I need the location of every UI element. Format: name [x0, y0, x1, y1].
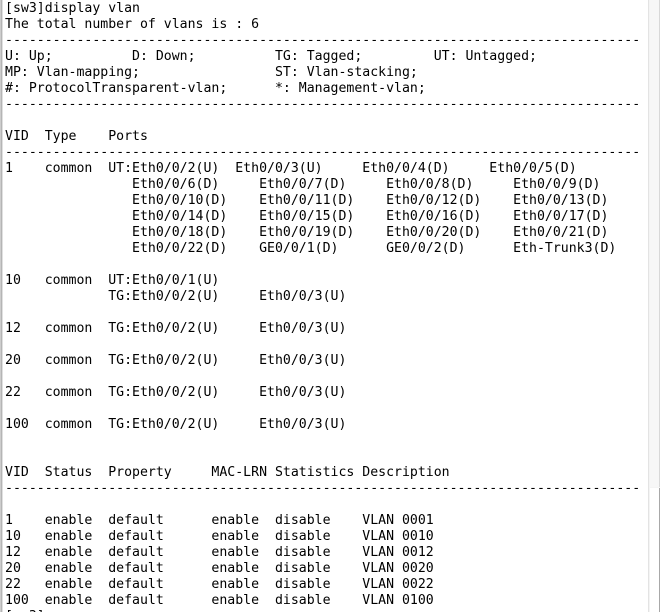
console-line-34: 12 enable default enable disable VLAN 00…: [5, 545, 434, 560]
terminal-window: [sw3]display vlan The total number of vla…: [0, 0, 660, 612]
console-line-26: 100 common TG:Eth0/0/2(U) Eth0/0/3(U): [5, 417, 347, 432]
console-line-5: #: ProtocolTransparent-vlan; *: Manageme…: [5, 81, 426, 96]
console-output[interactable]: [sw3]display vlan The total number of vla…: [5, 0, 650, 612]
console-line-22: 20 common TG:Eth0/0/2(U) Eth0/0/3(U): [5, 353, 347, 368]
console-line-30: ----------------------------------------…: [5, 481, 641, 496]
console-line-1: The total number of vlans is : 6: [5, 17, 260, 32]
scrollbar-track-upper[interactable]: [650, 0, 660, 487]
console-line-27: [5, 433, 650, 449]
console-line-11: Eth0/0/6(D) Eth0/0/7(D) Eth0/0/8(D) Eth0…: [5, 177, 601, 192]
vertical-scrollbar[interactable]: [648, 0, 660, 612]
console-line-35: 20 enable default enable disable VLAN 00…: [5, 561, 434, 576]
console-line-2: ----------------------------------------…: [5, 33, 641, 48]
console-line-19: [5, 305, 650, 321]
scrollbar-thumb[interactable]: [650, 488, 660, 612]
console-line-0: [sw3]display vlan: [5, 1, 140, 16]
console-line-15: Eth0/0/22(D) GE0/0/1(D) GE0/0/2(D) Eth-T…: [5, 241, 617, 256]
console-line-16: [5, 257, 650, 273]
console-line-28: [5, 449, 650, 465]
console-line-23: [5, 369, 650, 385]
console-line-8: VID Type Ports: [5, 129, 148, 144]
window-frame-left-edge: [0, 0, 3, 612]
console-line-9: ----------------------------------------…: [5, 145, 641, 160]
console-line-20: 12 common TG:Eth0/0/2(U) Eth0/0/3(U): [5, 321, 347, 336]
console-line-31: [5, 497, 650, 513]
console-line-37: 100 enable default enable disable VLAN 0…: [5, 593, 434, 608]
console-line-17: 10 common UT:Eth0/0/1(U): [5, 273, 220, 288]
console-line-29: VID Status Property MAC-LRN Statistics D…: [5, 465, 450, 480]
console-line-10: 1 common UT:Eth0/0/2(U) Eth0/0/3(U) Eth0…: [5, 161, 577, 176]
console-line-3: U: Up; D: Down; TG: Tagged; UT: Untagged…: [5, 49, 537, 64]
console-line-25: [5, 401, 650, 417]
console-line-12: Eth0/0/10(D) Eth0/0/11(D) Eth0/0/12(D) E…: [5, 193, 609, 208]
console-line-36: 22 enable default enable disable VLAN 00…: [5, 577, 434, 592]
console-line-21: [5, 337, 650, 353]
console-line-32: 1 enable default enable disable VLAN 000…: [5, 513, 434, 528]
console-line-24: 22 common TG:Eth0/0/2(U) Eth0/0/3(U): [5, 385, 347, 400]
console-line-14: Eth0/0/18(D) Eth0/0/19(D) Eth0/0/20(D) E…: [5, 225, 609, 240]
console-line-18: TG:Eth0/0/2(U) Eth0/0/3(U): [5, 289, 347, 304]
console-line-13: Eth0/0/14(D) Eth0/0/15(D) Eth0/0/16(D) E…: [5, 209, 609, 224]
console-line-7: [5, 113, 650, 129]
console-line-33: 10 enable default enable disable VLAN 00…: [5, 529, 434, 544]
console-line-6: ----------------------------------------…: [5, 97, 641, 112]
console-line-4: MP: Vlan-mapping; ST: Vlan-stacking;: [5, 65, 418, 80]
